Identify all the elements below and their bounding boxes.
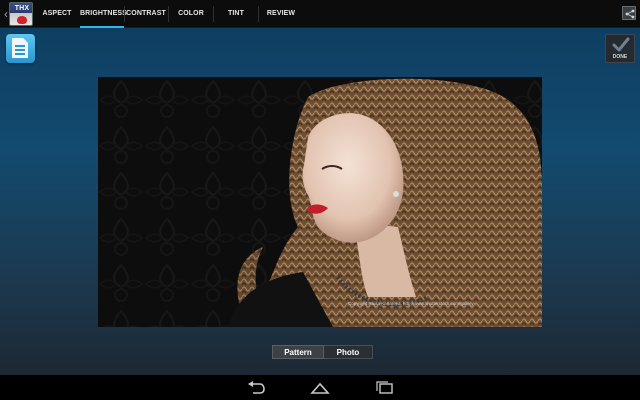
recent-apps-icon[interactable]	[375, 381, 395, 395]
done-button[interactable]: DONE	[605, 34, 635, 63]
share-icon[interactable]	[622, 6, 636, 20]
tab-contrast[interactable]: CONTRAST	[125, 0, 167, 28]
tab-brightness[interactable]: BRIGHTNESS	[80, 0, 127, 28]
toggle-photo[interactable]: Photo	[324, 345, 373, 359]
document-icon[interactable]	[6, 34, 35, 63]
document-page	[12, 38, 28, 58]
app-logo-mark	[17, 16, 27, 24]
edited-photo[interactable]: Copyright Raisa Kanareva, http://www.shu…	[98, 77, 542, 327]
home-icon[interactable]	[310, 381, 330, 395]
copyright-watermark: Copyright Raisa Kanareva, http://www.shu…	[348, 301, 479, 306]
checkmark-icon	[612, 37, 630, 52]
tab-color[interactable]: COLOR	[169, 0, 213, 28]
tab-review[interactable]: REVIEW	[259, 0, 303, 28]
document-line	[15, 49, 25, 51]
tab-aspect-ratio[interactable]: ASPECT RATIO	[34, 0, 80, 45]
back-icon[interactable]	[246, 381, 266, 395]
document-line	[15, 53, 25, 55]
portrait-image	[98, 77, 542, 327]
editor-canvas: DONE Copyright Raisa Kanareva, http://ww…	[0, 28, 640, 375]
toggle-pattern[interactable]: Pattern	[272, 345, 324, 359]
app-logo-text: THX	[14, 5, 30, 12]
system-nav-bar	[0, 375, 640, 400]
tab-tint[interactable]: TINT	[214, 0, 258, 28]
done-label: DONE	[612, 54, 628, 60]
app-logo-icon[interactable]: THX	[9, 2, 33, 26]
document-line	[15, 45, 25, 47]
action-bar: ‹ THX ASPECT RATIO BRIGHTNESS CONTRAST C…	[0, 0, 640, 45]
